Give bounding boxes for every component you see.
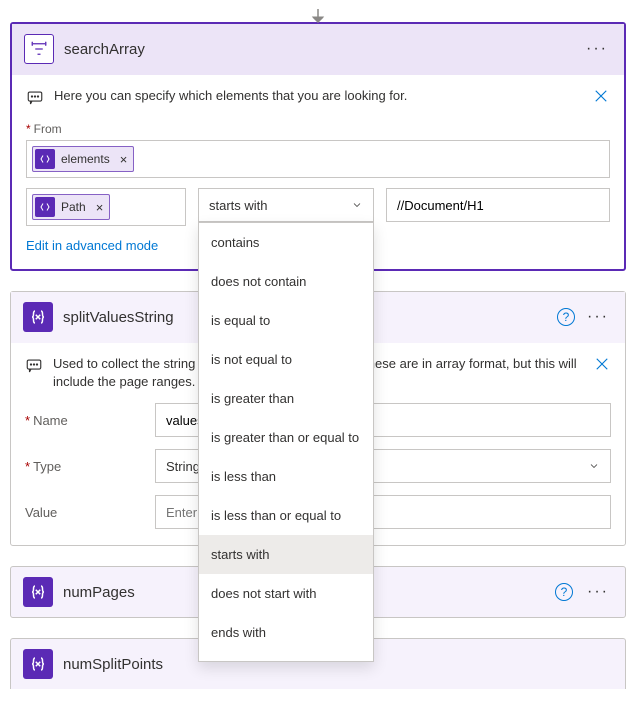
token-remove[interactable]: × (96, 200, 104, 215)
expression-icon (35, 197, 55, 217)
operator-option[interactable]: does not end with (199, 652, 373, 662)
help-button[interactable]: ? (557, 308, 575, 326)
from-label: *From (26, 122, 610, 136)
type-selected-label: String (166, 459, 200, 474)
operator-select[interactable]: starts with (198, 188, 374, 222)
close-description-button[interactable] (593, 355, 611, 376)
operator-option[interactable]: is equal to (199, 301, 373, 340)
operator-option[interactable]: does not start with (199, 574, 373, 613)
chevron-down-icon (351, 199, 363, 211)
token-label: Path (61, 200, 86, 214)
card-title: searchArray (64, 41, 582, 58)
chevron-down-icon (588, 460, 600, 472)
expression-icon (35, 149, 55, 169)
token-label: elements (61, 152, 110, 166)
filter-array-icon (24, 34, 54, 64)
operator-dropdown: containsdoes not containis equal tois no… (198, 222, 374, 662)
operator-selected-label: starts with (209, 198, 268, 213)
operator-option[interactable]: is less than (199, 457, 373, 496)
from-input[interactable]: elements × (26, 140, 610, 178)
token-remove[interactable]: × (120, 152, 128, 167)
operator-option[interactable]: starts with (199, 535, 373, 574)
name-label: *Name (25, 413, 155, 428)
edit-advanced-link[interactable]: Edit in advanced mode (26, 238, 158, 253)
variable-icon (23, 302, 53, 332)
card-description: Here you can specify which elements that… (54, 87, 582, 105)
type-label: *Type (25, 459, 155, 474)
path-input[interactable]: Path × (26, 188, 186, 226)
operator-option[interactable]: does not contain (199, 262, 373, 301)
token-path[interactable]: Path × (32, 194, 110, 220)
card-header[interactable]: searchArray ··· (12, 24, 624, 75)
operator-option[interactable]: is greater than (199, 379, 373, 418)
operator-option[interactable]: contains (199, 223, 373, 262)
close-description-button[interactable] (592, 87, 610, 108)
operator-option[interactable]: is not equal to (199, 340, 373, 379)
comparison-value-input[interactable] (386, 188, 610, 222)
variable-icon (23, 577, 53, 607)
card-menu-button[interactable]: ··· (583, 583, 613, 601)
card-menu-button[interactable]: ··· (583, 308, 613, 326)
card-menu-button[interactable]: ··· (582, 40, 612, 58)
help-button[interactable]: ? (555, 583, 573, 601)
comment-icon (26, 89, 44, 110)
operator-option[interactable]: ends with (199, 613, 373, 652)
comment-icon (25, 357, 43, 378)
operator-option[interactable]: is less than or equal to (199, 496, 373, 535)
value-label: Value (25, 505, 155, 520)
variable-icon (23, 649, 53, 679)
token-elements[interactable]: elements × (32, 146, 134, 172)
operator-option[interactable]: is greater than or equal to (199, 418, 373, 457)
